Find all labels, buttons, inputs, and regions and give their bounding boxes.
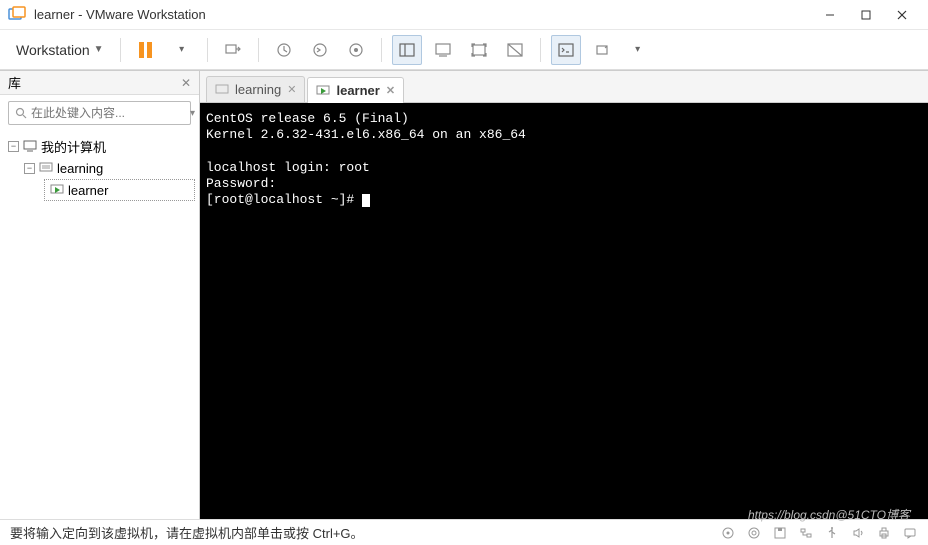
console-view-button[interactable] xyxy=(428,35,458,65)
floppy-icon[interactable] xyxy=(772,525,788,541)
maximize-button[interactable] xyxy=(848,2,884,28)
sidebar-header: 库 ✕ xyxy=(0,71,199,95)
workstation-menu[interactable]: Workstation ▼ xyxy=(10,38,110,62)
power-dropdown[interactable]: ▾ xyxy=(167,35,197,65)
show-console-button[interactable] xyxy=(551,35,581,65)
cdrom-icon[interactable] xyxy=(746,525,762,541)
vm-on-icon xyxy=(49,182,65,198)
minimize-button[interactable] xyxy=(812,2,848,28)
separator xyxy=(540,38,541,62)
chevron-down-icon: ▾ xyxy=(635,44,640,55)
separator xyxy=(120,38,121,62)
vm-off-icon xyxy=(38,160,54,176)
tree-item-learning[interactable]: − learning xyxy=(20,157,195,179)
sound-icon[interactable] xyxy=(850,525,866,541)
tree-item-learner[interactable]: learner xyxy=(44,179,195,201)
terminal-output[interactable]: CentOS release 6.5 (Final) Kernel 2.6.32… xyxy=(200,103,928,519)
statusbar: 要将输入定向到该虚拟机，请在虚拟机内部单击或按 Ctrl+G。 xyxy=(0,519,928,545)
vm-off-icon xyxy=(215,84,229,96)
tab-learning[interactable]: learning ✕ xyxy=(206,76,305,102)
search-box[interactable]: ▾ xyxy=(8,101,191,125)
sidebar-title: 库 xyxy=(8,73,21,92)
network-icon[interactable] xyxy=(798,525,814,541)
toolbar: Workstation ▼ ▾ ▾ xyxy=(0,30,928,70)
disk-icon[interactable] xyxy=(720,525,736,541)
tree-item-label: learning xyxy=(57,161,103,176)
fullscreen-button[interactable] xyxy=(464,35,494,65)
pause-icon xyxy=(139,42,152,58)
message-icon[interactable] xyxy=(902,525,918,541)
status-message: 要将输入定向到该虚拟机，请在虚拟机内部单击或按 Ctrl+G。 xyxy=(10,523,364,542)
window-controls xyxy=(812,2,920,28)
search-input[interactable] xyxy=(31,106,186,120)
stretch-button[interactable] xyxy=(587,35,617,65)
search-icon xyxy=(15,107,27,119)
dropdown-arrow-icon: ▼ xyxy=(94,44,104,55)
titlebar: learner - VMware Workstation xyxy=(0,0,928,30)
computer-icon xyxy=(22,138,38,154)
content-area: 库 ✕ ▾ − 我的计算机 − learning learner xyxy=(0,70,928,519)
tab-bar: learning ✕ learner ✕ xyxy=(200,71,928,103)
tab-close-button[interactable]: ✕ xyxy=(386,84,395,97)
snapshot-button[interactable] xyxy=(269,35,299,65)
tab-label: learning xyxy=(235,82,281,97)
tree-root-label: 我的计算机 xyxy=(41,137,106,156)
app-icon xyxy=(8,6,26,24)
vm-on-icon xyxy=(316,85,330,97)
workstation-menu-label: Workstation xyxy=(16,42,90,58)
collapse-icon[interactable]: − xyxy=(8,141,19,152)
tree-item-label: learner xyxy=(68,183,108,198)
chevron-down-icon: ▾ xyxy=(179,44,184,55)
tab-label: learner xyxy=(336,83,379,98)
revert-button[interactable] xyxy=(305,35,335,65)
pause-button[interactable] xyxy=(131,35,161,65)
manage-snapshots-button[interactable] xyxy=(341,35,371,65)
sidebar-close-button[interactable]: ✕ xyxy=(181,76,191,90)
sidebar-toggle-button[interactable] xyxy=(392,35,422,65)
collapse-icon[interactable]: − xyxy=(24,163,35,174)
tab-learner[interactable]: learner ✕ xyxy=(307,77,404,103)
tab-close-button[interactable]: ✕ xyxy=(287,83,296,96)
unity-button[interactable] xyxy=(500,35,530,65)
status-device-icons xyxy=(720,525,918,541)
window-title: learner - VMware Workstation xyxy=(34,7,812,22)
usb-icon[interactable] xyxy=(824,525,840,541)
close-button[interactable] xyxy=(884,2,920,28)
library-tree: − 我的计算机 − learning learner xyxy=(0,131,199,519)
sidebar: 库 ✕ ▾ − 我的计算机 − learning learner xyxy=(0,71,200,519)
separator xyxy=(258,38,259,62)
printer-icon[interactable] xyxy=(876,525,892,541)
stretch-dropdown[interactable]: ▾ xyxy=(623,35,653,65)
send-button[interactable] xyxy=(218,35,248,65)
main-area: learning ✕ learner ✕ CentOS release 6.5 … xyxy=(200,71,928,519)
separator xyxy=(207,38,208,62)
separator xyxy=(381,38,382,62)
search-dropdown-icon[interactable]: ▾ xyxy=(190,108,195,119)
tree-root-my-computer[interactable]: − 我的计算机 xyxy=(4,135,195,157)
